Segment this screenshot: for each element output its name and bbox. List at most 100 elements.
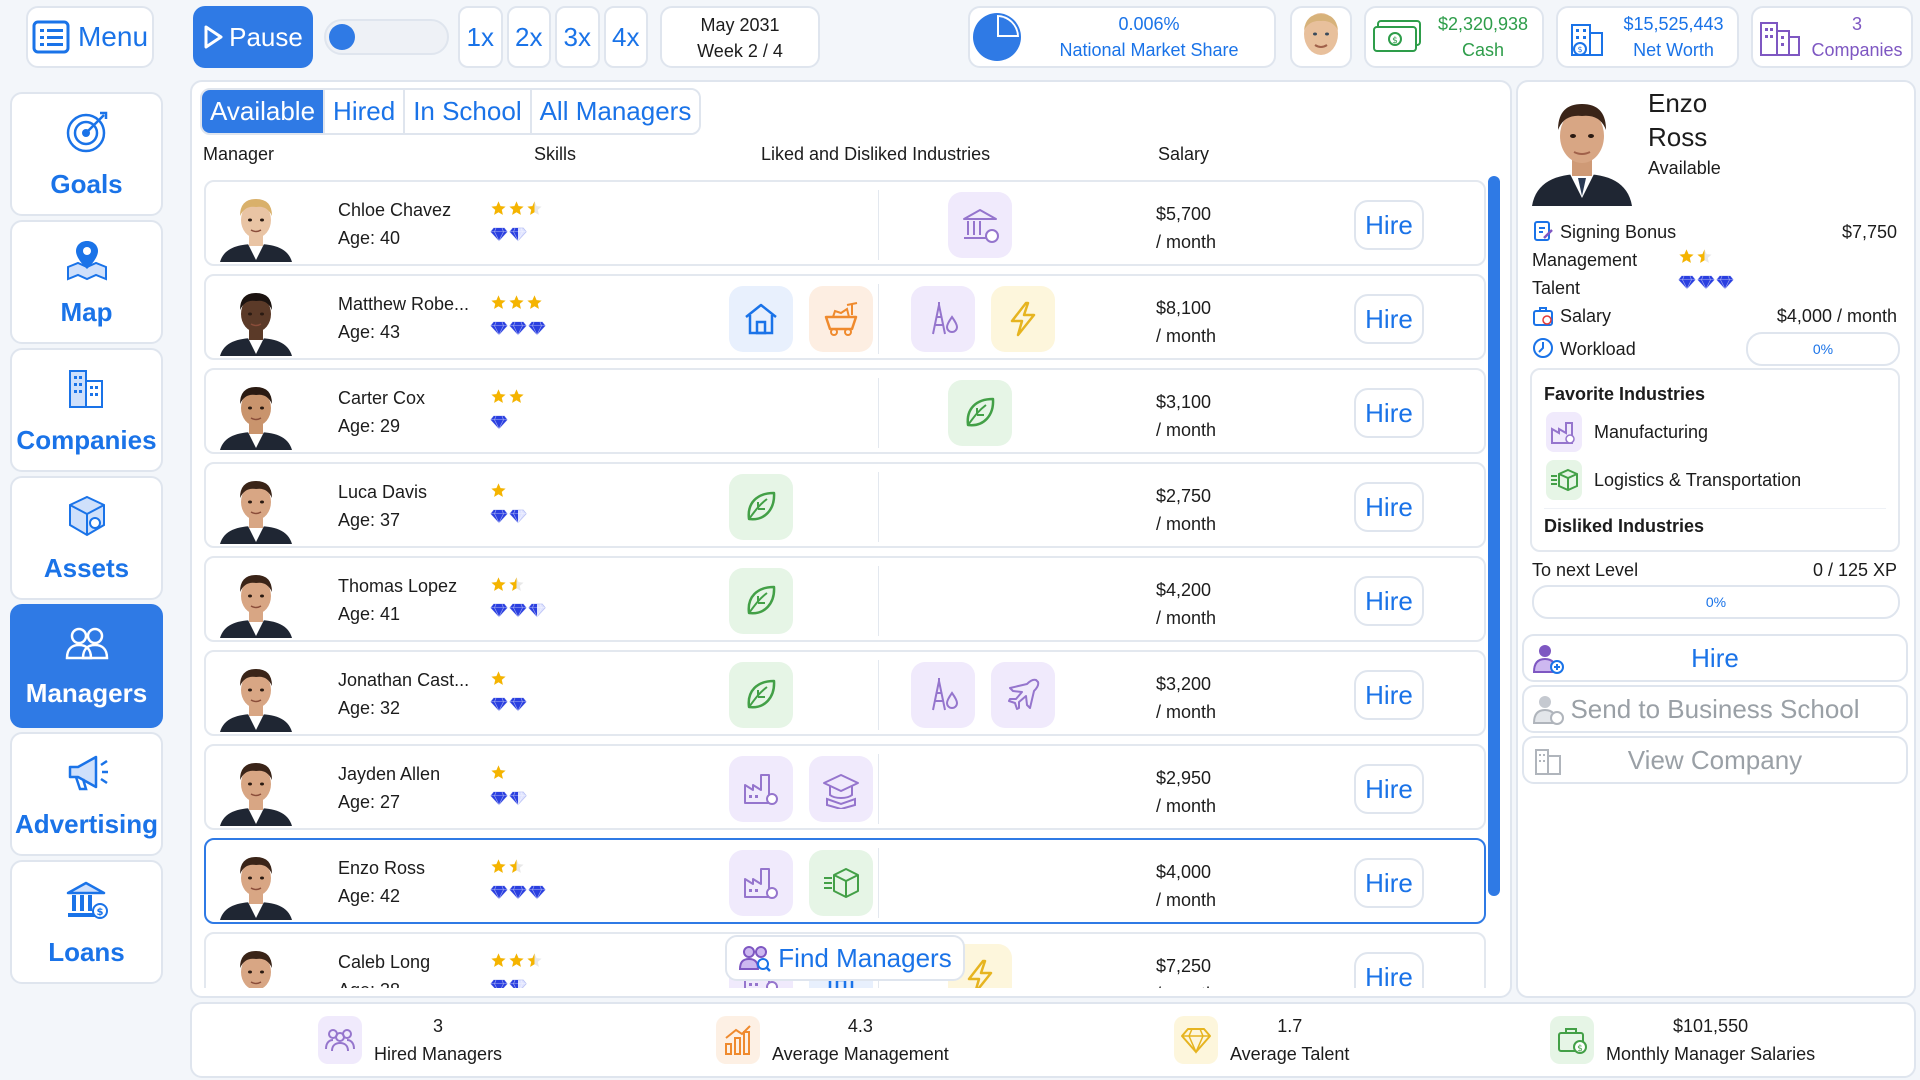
- manager-name: Chloe Chavez: [338, 200, 452, 220]
- diamond-icon: [1174, 1016, 1218, 1064]
- salary: $8,100 / month: [1156, 294, 1216, 350]
- pause-button[interactable]: Pause: [193, 6, 313, 68]
- money-icon: $: [1373, 20, 1421, 52]
- hire-button[interactable]: Hire: [1354, 764, 1424, 814]
- salary: $2,950 / month: [1156, 764, 1216, 820]
- manager-row[interactable]: Carter Cox Age: 29 $3,100 / month Hire: [204, 368, 1486, 454]
- manager-portrait: [216, 190, 296, 262]
- hire-button[interactable]: Hire: [1354, 576, 1424, 626]
- speed-4x-button[interactable]: 4x: [603, 6, 648, 68]
- hire-button[interactable]: Hire: [1354, 200, 1424, 250]
- manager-name: Matthew Robe...: [338, 294, 470, 314]
- detail-hire-button[interactable]: Hire: [1522, 634, 1908, 682]
- manager-age: Age: 42: [338, 886, 401, 906]
- gem-icon: [1697, 275, 1715, 290]
- cash-value: $2,320,938: [1437, 14, 1529, 34]
- game-speed-progress: [324, 19, 449, 55]
- salary-period: / month: [1156, 420, 1217, 440]
- gem-icon: [490, 509, 508, 524]
- hire-button[interactable]: Hire: [1354, 858, 1424, 908]
- salary-icon: [1533, 307, 1553, 326]
- tab-bar: Available Hired In School All Managers: [200, 88, 702, 135]
- star-icon: [491, 765, 506, 779]
- tab-available[interactable]: Available: [202, 90, 326, 133]
- find-managers-label: Find Managers: [778, 942, 952, 973]
- liked-disliked-divider: [878, 284, 879, 354]
- date-display: May 2031 Week 2 / 4: [660, 6, 820, 68]
- manager-age: Age: 37: [338, 510, 401, 530]
- gem-icon: [490, 791, 508, 806]
- salary: $4,000 / month: [1156, 858, 1216, 914]
- average-talent-label: Average Talent: [1230, 1044, 1350, 1064]
- list-scrollbar[interactable]: [1488, 176, 1500, 896]
- manager-row[interactable]: Jayden Allen Age: 27 $2,950 / month Hire: [204, 744, 1486, 830]
- star-icon: [491, 953, 506, 967]
- company-icon: [1535, 749, 1561, 775]
- tab-in-school[interactable]: In School: [405, 90, 532, 133]
- cash-box[interactable]: $ $2,320,938 Cash: [1364, 6, 1544, 68]
- gem-icon: [490, 885, 508, 900]
- star-icon: [527, 295, 542, 309]
- svg-text:$: $: [1577, 45, 1582, 54]
- svg-text:$: $: [1392, 36, 1398, 46]
- salary: $3,100 / month: [1156, 388, 1216, 444]
- salary-amount: $5,700: [1156, 204, 1212, 224]
- talent-gems: [490, 414, 508, 430]
- manager-name: Caleb Long: [338, 952, 431, 972]
- tab-hired[interactable]: Hired: [325, 90, 406, 133]
- management-stars: [490, 670, 507, 687]
- find-managers-icon: [739, 946, 772, 972]
- hire-button[interactable]: Hire: [1354, 952, 1424, 988]
- speed-2x-button[interactable]: 2x: [506, 6, 551, 68]
- companies-label: Companies: [1811, 40, 1903, 60]
- pause-label: Pause: [229, 21, 303, 52]
- manager-row[interactable]: Enzo Ross Age: 42 $4,000 / month Hire: [204, 838, 1486, 924]
- manager-row[interactable]: Thomas Lopez Age: 41 $4,200 / month Hire: [204, 556, 1486, 642]
- gem-icon: [528, 885, 546, 900]
- salary-period: / month: [1156, 232, 1217, 252]
- manager-age: Age: 38: [338, 980, 400, 988]
- speed-3x-button[interactable]: 3x: [555, 6, 600, 68]
- manager-row[interactable]: Jonathan Cast... Age: 32 $3,200 / month Hire: [204, 650, 1486, 736]
- gem-icon: [509, 321, 527, 336]
- view-company-button[interactable]: View Company: [1522, 736, 1908, 784]
- market-share-box[interactable]: 0.006% National Market Share: [968, 6, 1276, 68]
- salary-period: / month: [1156, 980, 1216, 988]
- salary-amount: $3,200: [1156, 674, 1212, 694]
- tab-all-managers[interactable]: All Managers: [531, 90, 700, 133]
- salary-period: / month: [1156, 796, 1217, 816]
- player-avatar[interactable]: [1290, 6, 1352, 68]
- manager-row[interactable]: Luca Davis Age: 37 $2,750 / month Hire: [204, 462, 1486, 548]
- menu-label: Menu: [77, 21, 149, 52]
- speed-1x-button[interactable]: 1x: [458, 6, 503, 68]
- manager-age: Age: 27: [338, 792, 401, 812]
- salary-amount: $4,000: [1156, 862, 1212, 882]
- management-stars: [490, 576, 525, 593]
- hire-button[interactable]: Hire: [1354, 670, 1424, 720]
- gem-icon: [490, 227, 508, 242]
- companies-box[interactable]: 3 Companies: [1751, 6, 1913, 68]
- manager-name: Thomas Lopez: [338, 576, 458, 596]
- airplane-icon: [991, 662, 1055, 728]
- manager-row[interactable]: Chloe Chavez Age: 40 $5,700 / month Hire: [204, 180, 1486, 266]
- hire-button[interactable]: Hire: [1354, 388, 1424, 438]
- market-share-value: 0.006%: [1118, 14, 1180, 34]
- star-icon: [491, 295, 506, 309]
- liked-disliked-divider: [878, 848, 879, 918]
- manager-name: Luca Davis: [338, 482, 428, 502]
- star-icon: [509, 295, 524, 309]
- menu-button[interactable]: Menu: [26, 6, 154, 68]
- logistics-icon: [1546, 460, 1582, 500]
- hire-button[interactable]: Hire: [1354, 482, 1424, 532]
- lightning-icon: [991, 286, 1055, 352]
- find-managers-button[interactable]: Find Managers: [725, 935, 965, 981]
- detail-photo: [1522, 86, 1642, 206]
- hire-button[interactable]: Hire: [1354, 294, 1424, 344]
- send-to-school-button[interactable]: Send to Business School: [1522, 685, 1908, 733]
- half-star-icon: [527, 201, 542, 215]
- net-worth-box[interactable]: $ $15,525,443 Net Worth: [1556, 6, 1739, 68]
- manager-age: Age: 29: [338, 416, 401, 436]
- salary: $5,700 / month: [1156, 200, 1216, 256]
- manager-row[interactable]: Matthew Robe... Age: 43 $8,100 / month Hire: [204, 274, 1486, 360]
- manager-name: Jayden Allen: [338, 764, 441, 784]
